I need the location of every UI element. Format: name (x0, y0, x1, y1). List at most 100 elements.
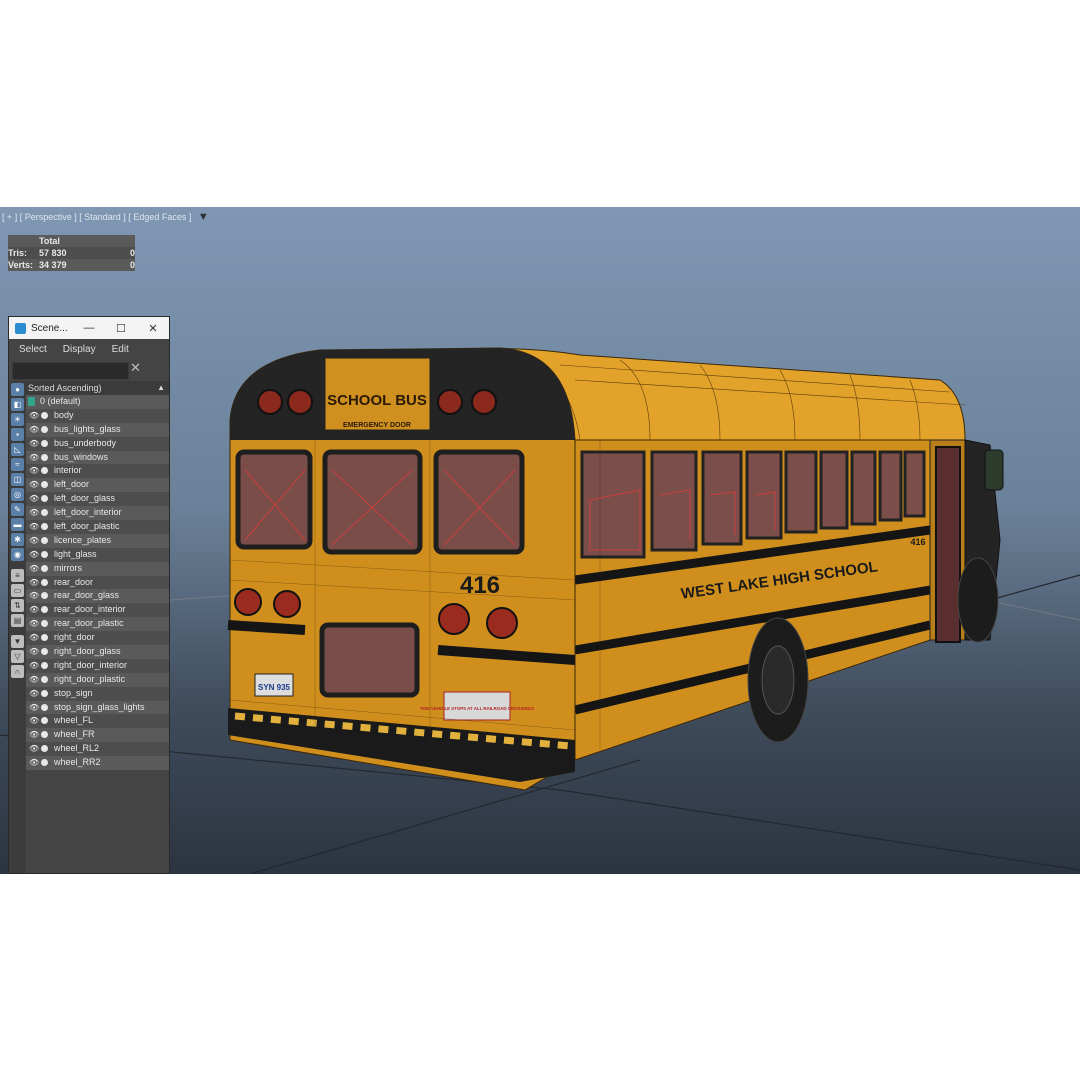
list-item[interactable]: 👁 rear_door_glass (26, 589, 169, 604)
list-item[interactable]: 👁 bus_lights_glass (26, 422, 169, 437)
visibility-eye-icon[interactable]: 👁 (29, 520, 39, 534)
freeze-dot-icon[interactable] (41, 661, 48, 669)
list-item[interactable]: 👁 bus_windows (26, 450, 169, 465)
list-item[interactable]: 👁 rear_door_interior (26, 603, 169, 618)
visibility-eye-icon[interactable]: 👁 (29, 409, 39, 423)
display-bones-icon[interactable]: ✎ (11, 503, 24, 516)
freeze-dot-icon[interactable] (41, 689, 48, 697)
freeze-dot-icon[interactable] (41, 606, 48, 614)
list-item[interactable]: 👁 left_door_plastic (26, 520, 169, 534)
list-item[interactable]: 👁 stop_sign (26, 686, 169, 701)
menu-select[interactable]: Select (19, 344, 47, 355)
display-all-icon[interactable]: ◉ (11, 548, 24, 561)
menu-edit[interactable]: Edit (112, 344, 129, 355)
display-particles-icon[interactable]: ✱ (11, 533, 24, 546)
freeze-dot-icon[interactable] (41, 703, 48, 711)
list-item[interactable]: 👁 right_door_glass (26, 645, 169, 659)
freeze-dot-icon[interactable] (41, 523, 48, 531)
list-item[interactable]: 👁 wheel_FL (26, 714, 169, 729)
list-item[interactable]: 👁 left_door_glass (26, 492, 169, 507)
clear-search-icon[interactable]: ✕ (130, 360, 141, 376)
display-groups-icon[interactable]: ◫ (11, 473, 24, 486)
freeze-dot-icon[interactable] (41, 439, 48, 447)
freeze-dot-icon[interactable] (41, 564, 48, 572)
display-xrefs-icon[interactable]: ◎ (11, 488, 24, 501)
freeze-dot-icon[interactable] (41, 731, 48, 739)
list-item[interactable]: 👁 wheel_RL2 (26, 742, 169, 757)
visibility-eye-icon[interactable]: 👁 (29, 589, 39, 603)
layer-row[interactable]: 0 (default) (26, 395, 169, 409)
freeze-dot-icon[interactable] (41, 495, 48, 503)
visibility-eye-icon[interactable]: 👁 (29, 562, 39, 576)
display-containers-icon[interactable]: ▬ (11, 518, 24, 531)
sort-arrow-icon[interactable]: ▲ (157, 381, 165, 395)
freeze-dot-icon[interactable] (41, 536, 48, 544)
visibility-eye-icon[interactable]: 👁 (29, 728, 39, 742)
freeze-dot-icon[interactable] (41, 717, 48, 725)
freeze-dot-icon[interactable] (41, 425, 48, 433)
display-lights-icon[interactable]: ☀ (11, 413, 24, 426)
list-item[interactable]: 👁 stop_sign_glass_lights (26, 700, 169, 715)
maximize-button[interactable]: ☐ (105, 322, 137, 335)
filter-icon[interactable]: ▼ (198, 211, 209, 223)
freeze-dot-icon[interactable] (41, 648, 48, 656)
freeze-dot-icon[interactable] (41, 634, 48, 642)
list-item[interactable]: 👁 rear_door (26, 575, 169, 590)
list-item[interactable]: 👁 body (26, 408, 169, 423)
visibility-eye-icon[interactable]: 👁 (29, 506, 39, 520)
visibility-eye-icon[interactable]: 👁 (29, 603, 39, 617)
list-item[interactable]: 👁 wheel_FR (26, 728, 169, 743)
visibility-eye-icon[interactable]: 👁 (29, 742, 39, 756)
freeze-dot-icon[interactable] (41, 759, 48, 767)
freeze-dot-icon[interactable] (41, 620, 48, 628)
filter-funnel-icon[interactable]: ▼ (11, 635, 24, 648)
viewport-label[interactable]: [ + ] [ Perspective ] [ Standard ] [ Edg… (2, 211, 209, 223)
filter-icon[interactable]: ▽ (11, 650, 24, 663)
display-shapes-icon[interactable]: ◧ (11, 398, 24, 411)
list-item[interactable]: 👁 interior (26, 464, 169, 479)
display-spacewarps-icon[interactable]: ≈ (11, 458, 24, 471)
close-button[interactable]: ✕ (137, 322, 169, 335)
list-item[interactable]: 👁 mirrors (26, 561, 169, 576)
menu-display[interactable]: Display (63, 344, 96, 355)
visibility-eye-icon[interactable]: 👁 (29, 631, 39, 645)
list-item[interactable]: 👁 licence_plates (26, 533, 169, 548)
viewport-label-text[interactable]: [ + ] [ Perspective ] [ Standard ] [ Edg… (2, 212, 191, 222)
visibility-eye-icon[interactable]: 👁 (29, 451, 39, 465)
visibility-eye-icon[interactable]: 👁 (29, 701, 39, 715)
freeze-dot-icon[interactable] (41, 467, 48, 475)
scene-explorer-titlebar[interactable]: Scene... — ☐ ✕ (9, 317, 169, 339)
visibility-eye-icon[interactable]: 👁 (29, 617, 39, 631)
freeze-dot-icon[interactable] (41, 592, 48, 600)
visibility-eye-icon[interactable]: 👁 (29, 673, 39, 687)
visibility-eye-icon[interactable]: 👁 (29, 437, 39, 451)
list-item[interactable]: 👁 wheel_RR2 (26, 756, 169, 771)
freeze-dot-icon[interactable] (41, 578, 48, 586)
freeze-dot-icon[interactable] (41, 411, 48, 419)
visibility-eye-icon[interactable]: 👁 (29, 478, 39, 492)
display-geometry-icon[interactable]: ● (11, 383, 24, 396)
freeze-dot-icon[interactable] (41, 745, 48, 753)
visibility-eye-icon[interactable]: 👁 (29, 576, 39, 590)
list-item[interactable]: 👁 rear_door_plastic (26, 617, 169, 632)
layer-explorer-icon[interactable]: ≡ (11, 569, 24, 582)
list-item[interactable]: 👁 right_door (26, 631, 169, 646)
hierarchy-icon[interactable]: ▭ (11, 584, 24, 597)
visibility-eye-icon[interactable]: 👁 (29, 534, 39, 548)
freeze-dot-icon[interactable] (41, 550, 48, 558)
list-item[interactable]: 👁 left_door (26, 478, 169, 493)
sort-icon[interactable]: ⇅ (11, 599, 24, 612)
freeze-dot-icon[interactable] (41, 675, 48, 683)
lock-icon[interactable]: ∩ (11, 665, 24, 678)
visibility-eye-icon[interactable]: 👁 (29, 714, 39, 728)
freeze-dot-icon[interactable] (41, 453, 48, 461)
visibility-eye-icon[interactable]: 👁 (29, 756, 39, 770)
display-cameras-icon[interactable]: ▪ (11, 428, 24, 441)
properties-icon[interactable]: ▤ (11, 614, 24, 627)
list-item[interactable]: 👁 right_door_interior (26, 658, 169, 673)
visibility-eye-icon[interactable]: 👁 (29, 548, 39, 562)
list-item[interactable]: 👁 right_door_plastic (26, 672, 169, 687)
visibility-eye-icon[interactable]: 👁 (29, 645, 39, 659)
freeze-dot-icon[interactable] (41, 509, 48, 517)
scene-explorer-panel[interactable]: Scene... — ☐ ✕ Select Display Edit ✕ ● ◧… (8, 316, 170, 874)
